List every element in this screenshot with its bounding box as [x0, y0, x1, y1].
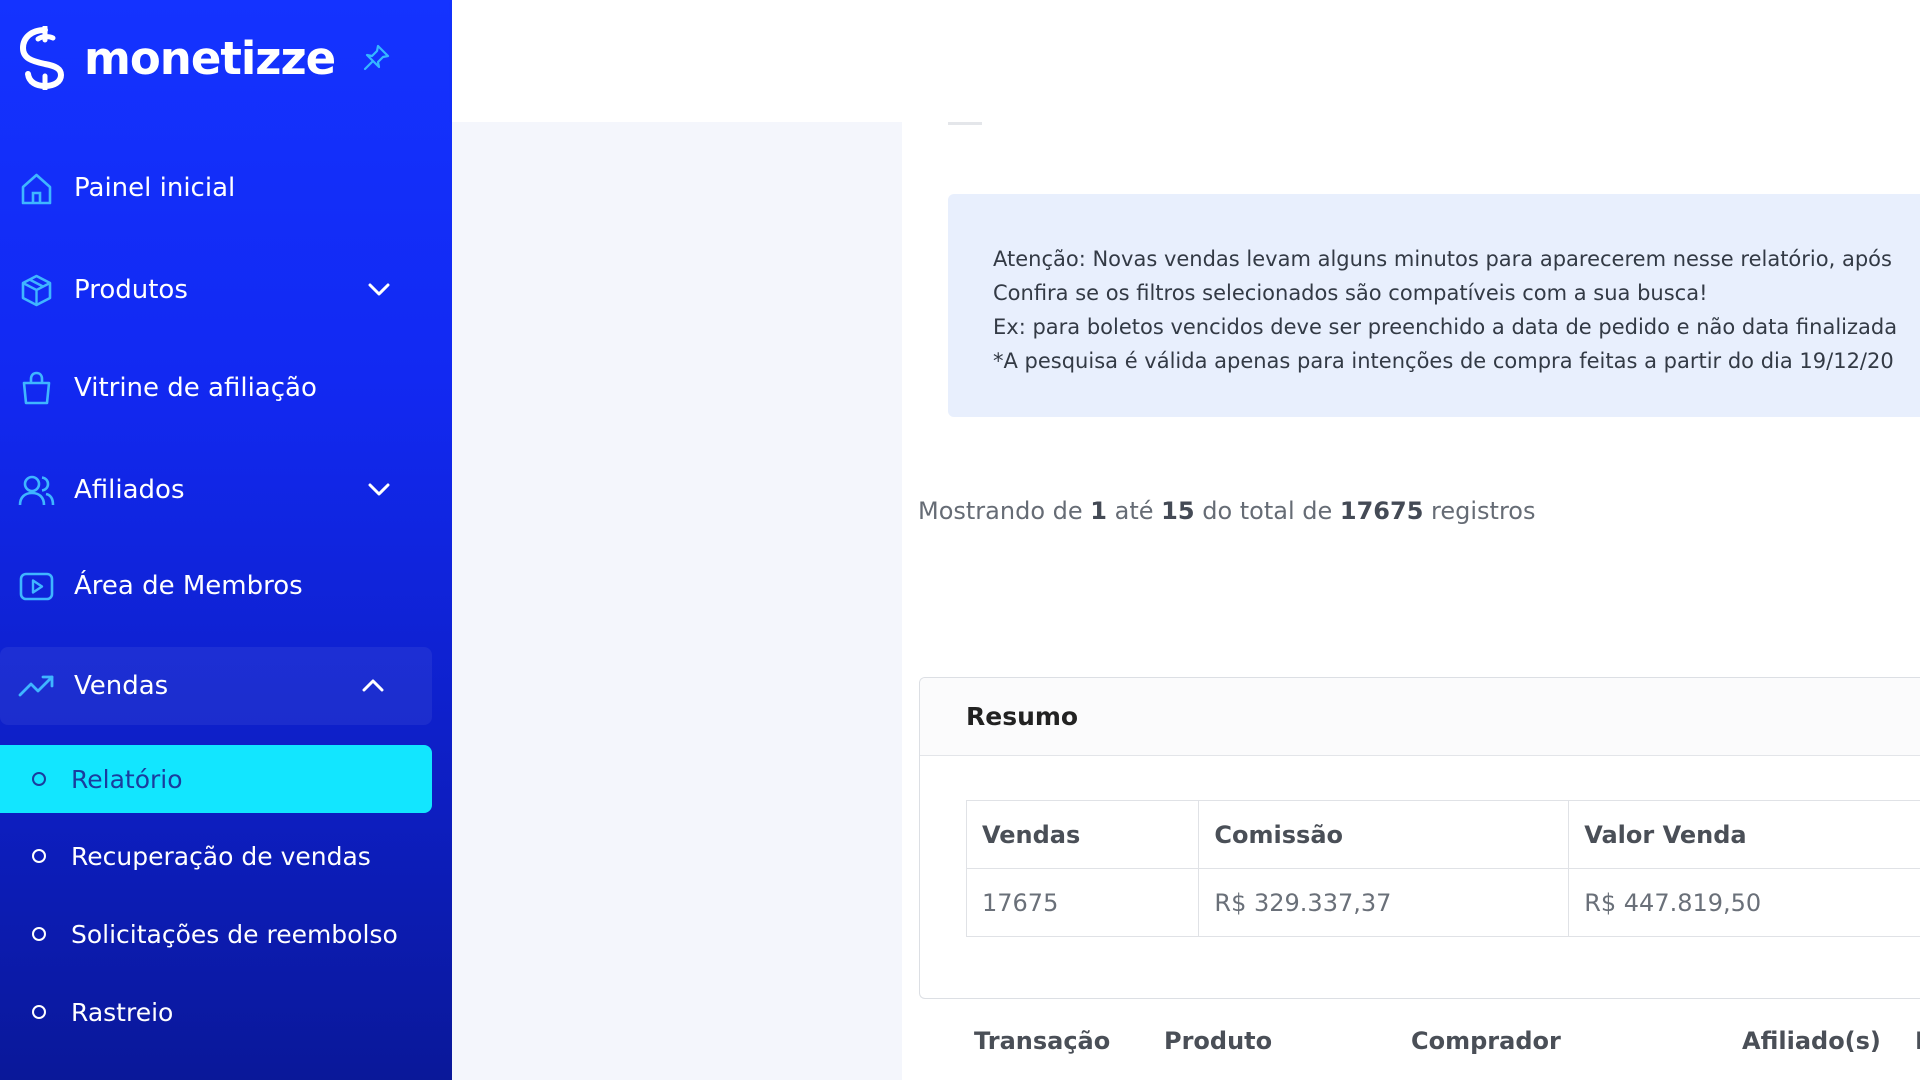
- summary-cell-comissao: R$ 329.337,37: [1198, 868, 1570, 937]
- trending-up-icon: [18, 675, 54, 696]
- sidebar-item-label: Vitrine de afiliação: [74, 373, 317, 403]
- sidebar-subitem-label: Recuperação de vendas: [71, 841, 371, 871]
- sidebar: monetizze Painel inicial Produtos Vitrin…: [0, 0, 452, 1080]
- bullet-icon: [32, 927, 46, 941]
- summary-cell-valor-venda: R$ 447.819,50: [1568, 868, 1920, 937]
- sidebar-item-painel-inicial[interactable]: Painel inicial: [0, 149, 432, 227]
- alert-line: Ex: para boletos vencidos deve ser preen…: [993, 315, 1898, 339]
- column-header-produto[interactable]: Produto: [1164, 1027, 1272, 1055]
- column-header-comprador[interactable]: Comprador: [1411, 1027, 1561, 1055]
- sidebar-item-produtos[interactable]: Produtos: [0, 251, 432, 329]
- summary-header-comissao: Comissão: [1198, 800, 1570, 869]
- column-header-afiliados[interactable]: Afiliado(s): [1742, 1027, 1881, 1055]
- monetizze-logo-icon: [19, 26, 65, 90]
- main-content: Atenção: Novas vendas levam alguns minut…: [902, 122, 1920, 1080]
- column-header-transacao[interactable]: Transação: [974, 1027, 1110, 1055]
- sidebar-item-label: Afiliados: [74, 475, 185, 505]
- records-from: 1: [1090, 497, 1107, 525]
- summary-header-valor-venda: Valor Venda: [1568, 800, 1920, 869]
- sidebar-item-label: Painel inicial: [74, 173, 236, 203]
- sidebar-item-afiliados[interactable]: Afiliados: [0, 451, 432, 529]
- summary-header-vendas: Vendas: [965, 800, 1200, 869]
- sidebar-subitem-label: Relatório: [71, 764, 183, 794]
- shopping-bag-icon: [22, 371, 51, 404]
- records-total: 17675: [1339, 497, 1424, 525]
- sidebar-item-vitrine-de-afiliacao[interactable]: Vitrine de afiliação: [0, 349, 432, 427]
- home-icon: [21, 173, 52, 204]
- sidebar-item-label: Vendas: [74, 671, 169, 701]
- tab-indicator: [948, 122, 982, 125]
- summary-cell-vendas: 17675: [965, 868, 1200, 937]
- alert-line: Atenção: Novas vendas levam alguns minut…: [993, 247, 1892, 271]
- sidebar-item-label: Área de Membros: [74, 571, 303, 601]
- chevron-up-icon[interactable]: [358, 671, 388, 701]
- filter-panel: [452, 122, 902, 1080]
- sidebar-item-vendas[interactable]: Vendas: [0, 647, 432, 725]
- records-total-word: do total de: [1202, 497, 1333, 525]
- brand[interactable]: monetizze: [18, 24, 391, 92]
- records-prefix: Mostrando de: [918, 497, 1083, 525]
- chevron-down-icon[interactable]: [364, 275, 394, 305]
- sidebar-subitem-solicitacoes-de-reembolso[interactable]: Solicitações de reembolso: [0, 900, 432, 968]
- sidebar-item-label: Produtos: [74, 275, 188, 305]
- summary-title: Resumo: [920, 678, 1920, 756]
- records-to-word: até: [1114, 497, 1154, 525]
- records-count: Mostrando de 1 até 15 do total de 17675 …: [918, 497, 1536, 525]
- bullet-icon: [32, 772, 46, 786]
- records-suffix: registros: [1431, 497, 1536, 525]
- summary-table: Vendas Comissão Valor Venda 17675 R$ 329…: [965, 800, 1920, 937]
- box-icon: [21, 274, 52, 306]
- sidebar-subitem-rastreio[interactable]: Rastreio: [0, 978, 432, 1046]
- transactions-table-header: Transação Produto Comprador Afiliado(s) …: [902, 1027, 1920, 1077]
- top-header: [452, 0, 1920, 122]
- brand-name: monetizze: [84, 31, 336, 85]
- column-header-next[interactable]: I: [1915, 1027, 1920, 1055]
- pin-icon[interactable]: [361, 43, 391, 73]
- attention-alert: Atenção: Novas vendas levam alguns minut…: [948, 194, 1920, 417]
- bullet-icon: [32, 849, 46, 863]
- users-icon: [18, 475, 55, 505]
- play-square-icon: [19, 572, 54, 600]
- sidebar-item-area-de-membros[interactable]: Área de Membros: [0, 547, 432, 625]
- records-to: 15: [1161, 497, 1195, 525]
- alert-line: Confira se os filtros selecionados são c…: [993, 281, 1708, 305]
- summary-card: Resumo Vendas Comissão Valor Venda 17675…: [919, 677, 1920, 999]
- chevron-down-icon[interactable]: [364, 475, 394, 505]
- bullet-icon: [32, 1005, 46, 1019]
- sidebar-subitem-label: Rastreio: [71, 997, 174, 1027]
- sidebar-subitem-recuperacao-de-vendas[interactable]: Recuperação de vendas: [0, 822, 432, 890]
- sidebar-subitem-label: Solicitações de reembolso: [71, 919, 398, 949]
- sidebar-subitem-relatorio[interactable]: Relatório: [0, 745, 432, 813]
- alert-line: *A pesquisa é válida apenas para intençõ…: [993, 349, 1894, 373]
